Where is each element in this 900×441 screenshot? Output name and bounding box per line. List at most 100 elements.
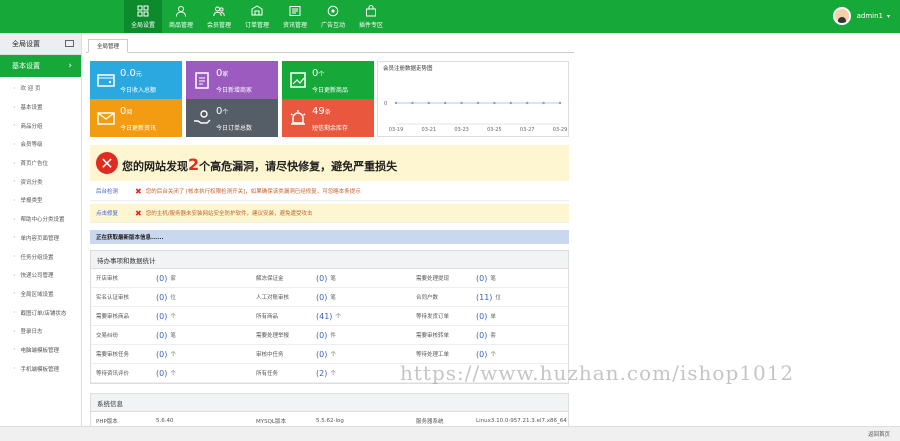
todo-count-unit: 家 xyxy=(170,276,176,282)
sidebar-item[interactable]: 资讯分类 xyxy=(0,172,81,191)
stat-card-merchants[interactable]: 0家 今日新增商家 xyxy=(186,61,278,99)
todo-label: 需要审核转单 xyxy=(411,326,471,345)
todo-count-value: (2) xyxy=(316,368,328,378)
watermark: https://www.huzhan.com/ishop1012 xyxy=(400,361,795,385)
todo-count[interactable]: (2) 个 xyxy=(311,364,411,383)
todo-label: 需要处理提现 xyxy=(411,269,471,288)
collapse-icon[interactable] xyxy=(65,40,74,47)
todo-count[interactable]: (0) 笔 xyxy=(471,269,568,288)
data-point[interactable] xyxy=(460,101,463,105)
todo-count-unit: 位 xyxy=(170,295,176,301)
stat-card-orders[interactable]: 0个 今日订单总数 xyxy=(186,99,278,137)
chevron-right-icon: › xyxy=(68,61,72,71)
sidebar-item[interactable]: 帮助中心分类设置 xyxy=(0,210,81,229)
todo-count-value: (0) xyxy=(476,330,488,340)
todo-count-unit: 个 xyxy=(490,352,496,358)
sidebar-item[interactable]: 会员等级 xyxy=(0,135,81,154)
todo-label: 所有任务 xyxy=(251,364,311,383)
nav-plugins[interactable]: 插件专区 xyxy=(352,0,390,33)
todo-count-unit: 个 xyxy=(330,371,336,377)
sidebar-item[interactable]: 登录日志 xyxy=(0,322,81,341)
todo-count[interactable]: (0) 笔 xyxy=(151,326,251,345)
username: admin1 xyxy=(856,12,883,20)
todo-count[interactable]: (0) 套 xyxy=(471,326,568,345)
user-menu[interactable]: admin1 ▾ xyxy=(832,7,890,25)
data-point[interactable] xyxy=(493,101,496,105)
data-point[interactable] xyxy=(509,101,512,105)
todo-count[interactable]: (0) 个 xyxy=(151,364,251,383)
sidebar-item[interactable]: 电脑端模板管理 xyxy=(0,341,81,360)
data-point[interactable] xyxy=(394,101,398,105)
y-tick-label: 0 xyxy=(384,101,387,107)
todo-label: 需要审核任务 xyxy=(91,345,151,364)
news-icon xyxy=(289,5,301,16)
issue-link[interactable]: 后台检测 xyxy=(90,187,135,195)
todo-count-value: (11) xyxy=(476,292,493,302)
issue-text: 您的后台关闭了 [帐本执行权限检测开关]，如果确保该类漏洞已经修复，可忽略本条提… xyxy=(145,189,361,195)
nav-label: 广告互动 xyxy=(320,21,345,29)
todo-count-unit: 个 xyxy=(170,314,176,320)
data-point[interactable] xyxy=(444,101,447,105)
todo-count[interactable]: (11) 位 xyxy=(471,288,568,307)
back-home-link[interactable]: 返回首页 xyxy=(868,430,890,438)
todo-count[interactable]: (0) 件 xyxy=(311,326,411,345)
data-point[interactable] xyxy=(558,101,562,105)
stat-card-sms[interactable]: 49条 短信剩余库存 xyxy=(282,99,374,137)
sidebar-item[interactable]: 首页广告位 xyxy=(0,154,81,173)
tab-divider xyxy=(86,52,574,53)
sidebar-item[interactable]: 举报类型 xyxy=(0,191,81,210)
sidebar-item[interactable]: 全局区域设置 xyxy=(0,285,81,304)
nav-orders[interactable]: 订单管理 xyxy=(238,0,276,33)
todo-count[interactable]: (0) 个 xyxy=(151,345,251,364)
todo-count-value: (0) xyxy=(476,349,488,359)
nav-news[interactable]: 资讯管理 xyxy=(276,0,314,33)
nav-label: 插件专区 xyxy=(358,21,383,29)
todo-label: 所有商品 xyxy=(251,307,311,326)
sidebar-item[interactable]: 欢 迎 页 xyxy=(0,79,81,98)
tab-global-manage[interactable]: 全局管理 xyxy=(88,39,128,53)
todo-count[interactable]: (0) 家 xyxy=(151,269,251,288)
todo-count[interactable]: (0) 单 xyxy=(471,307,568,326)
sidebar-selected-group[interactable]: 基本设置 › xyxy=(0,55,81,77)
todo-count-value: (0) xyxy=(316,273,328,283)
data-point[interactable] xyxy=(542,101,545,105)
sidebar-header: 全局设置 xyxy=(0,33,81,55)
todo-count-unit: 笔 xyxy=(490,276,496,282)
todo-count[interactable]: (0) 位 xyxy=(151,288,251,307)
todo-label: 等待资讯评价 xyxy=(91,364,151,383)
sidebar-item[interactable]: 快递公司管理 xyxy=(0,266,81,285)
sidebar-item[interactable]: 手机端模板管理 xyxy=(0,359,81,378)
nav-products[interactable]: 商品管理 xyxy=(162,0,200,33)
todo-label: 交易纠纷 xyxy=(91,326,151,345)
todo-count-unit: 单 xyxy=(490,314,496,320)
sidebar-item[interactable]: 商品分组 xyxy=(0,116,81,135)
todo-count[interactable]: (0) 笔 xyxy=(311,288,411,307)
nav-global-settings[interactable]: 全局设置 xyxy=(124,0,162,33)
issue-link[interactable]: 点击修复 xyxy=(90,209,135,217)
todo-count[interactable]: (41) 个 xyxy=(311,307,411,326)
data-point[interactable] xyxy=(476,101,480,105)
stat-card-news[interactable]: 0阅 今日更新资讯 xyxy=(90,99,182,137)
stat-label: 短信剩余库存 xyxy=(312,125,349,132)
data-point[interactable] xyxy=(526,101,529,105)
chevron-down-icon: ▾ xyxy=(886,12,890,20)
stat-card-income[interactable]: 0.0元 今日收入总额 xyxy=(90,61,182,99)
sidebar-item[interactable]: 单内容页面管理 xyxy=(0,229,81,248)
todo-count[interactable]: (0) 个 xyxy=(311,345,411,364)
nav-members[interactable]: 会员管理 xyxy=(200,0,238,33)
todo-count-unit: 个 xyxy=(330,352,336,358)
todo-label: 开店审核 xyxy=(91,269,151,288)
sidebar-title: 全局设置 xyxy=(12,39,40,48)
todo-label: 合同户数 xyxy=(411,288,471,307)
sidebar-item[interactable]: 基本设置 xyxy=(0,98,81,117)
data-point[interactable] xyxy=(427,101,430,105)
sidebar-item[interactable]: 截图订单/店铺状态 xyxy=(0,303,81,322)
data-point[interactable] xyxy=(411,101,414,105)
todo-count[interactable]: (0) 个 xyxy=(151,307,251,326)
sidebar-item[interactable]: 任务分组设置 xyxy=(0,247,81,266)
nav-ads[interactable]: 广告互动 xyxy=(314,0,352,33)
todo-count-value: (0) xyxy=(156,273,168,283)
stat-card-products[interactable]: 0个 今日更新商品 xyxy=(282,61,374,99)
stat-label: 今日更新资讯 xyxy=(120,125,157,132)
todo-count[interactable]: (0) 笔 xyxy=(311,269,411,288)
